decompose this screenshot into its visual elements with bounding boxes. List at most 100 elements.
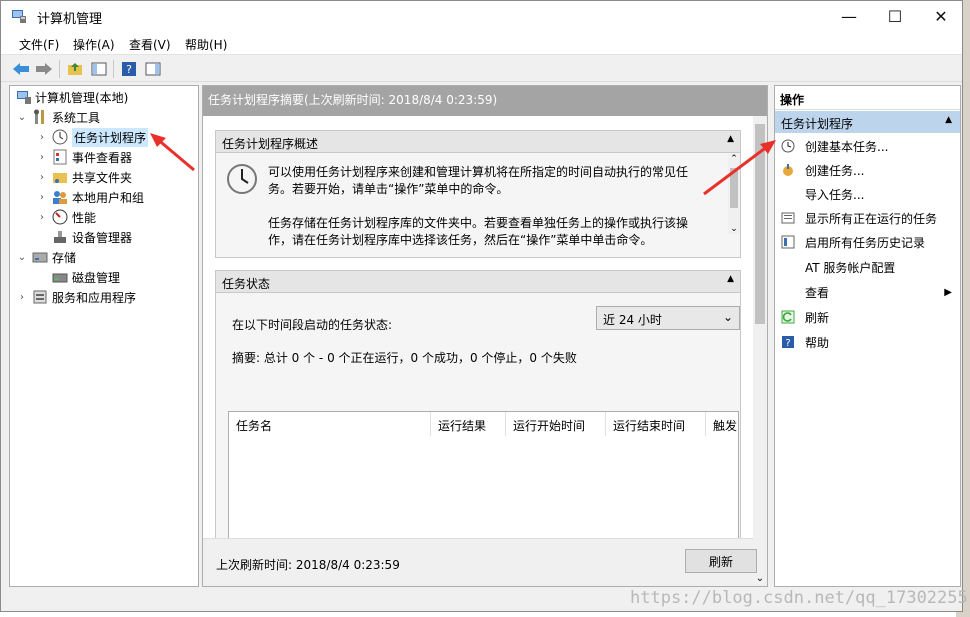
collapse-up-icon[interactable]: ▲ [727,134,734,144]
computer-management-window: 计算机管理 — ☐ ✕ 文件(F) 操作(A) 查看(V) 帮助(H) ? 计算… [0,0,963,612]
create-task-icon [783,164,793,176]
scroll-down-icon[interactable]: ⌄ [753,573,767,584]
task-status-header[interactable]: 任务状态 ▲ [216,271,740,293]
running-tasks-icon [781,212,795,224]
tree-item-shared-folders[interactable]: › 共享文件夹 [36,167,132,187]
show-hide-tree-button[interactable] [89,59,109,79]
back-arrow-icon [13,63,29,75]
tree-item-system-tools[interactable]: ⌄ 系统工具 [16,107,100,127]
action-help[interactable]: ? 帮助 [775,330,960,354]
up-level-button[interactable] [65,59,85,79]
close-icon: ✕ [934,6,948,26]
computer-management-icon [12,10,26,23]
period-value: 近 24 小时 [603,313,662,327]
back-button[interactable] [11,59,31,79]
action-at-service-account[interactable]: AT 服务帐户配置 [775,255,960,279]
storage-icon [32,252,48,263]
task-status-table: 任务名 运行结果 运行开始时间 运行结束时间 触发 [228,411,739,543]
chevron-right-icon[interactable]: › [36,212,48,223]
submenu-arrow-icon: ▶ [944,286,952,298]
action-view[interactable]: 查看 ▶ [775,280,960,304]
tree-item-storage[interactable]: ⌄ 存储 [16,247,76,267]
column-header-run-end[interactable]: 运行结束时间 [606,412,706,436]
chevron-right-icon[interactable]: › [16,292,28,303]
help-icon: ? [122,62,136,76]
folder-up-icon [68,63,82,75]
overview-header[interactable]: 任务计划程序概述 ▲ [216,131,740,153]
performance-icon [52,209,68,225]
actions-header: 操作 [775,86,960,110]
device-manager-icon [54,231,66,243]
help-button[interactable]: ? [119,59,139,79]
shared-folder-icon [53,173,67,183]
period-dropdown[interactable]: 近 24 小时 ⌄ [596,306,740,330]
column-header-trigger[interactable]: 触发 [706,412,738,436]
chevron-right-icon[interactable]: › [36,192,48,203]
watermark-text: https://blog.csdn.net/qq_17302255 [630,588,968,608]
action-show-running-tasks[interactable]: 显示所有正在运行的任务 [775,206,960,230]
show-action-pane-button[interactable] [143,59,163,79]
tree-item-disk-management[interactable]: 磁盘管理 [36,267,120,287]
menu-file[interactable]: 文件(F) [19,36,59,53]
action-enable-history[interactable]: 启用所有任务历史记录 [775,230,960,254]
chevron-down-icon[interactable]: ⌄ [16,252,28,263]
overview-text-2: 任务存储在任务计划程序库的文件夹中。若要查看单独任务上的操作或执行该操作，请在任… [268,216,689,247]
action-create-task[interactable]: 创建任务... [775,158,960,182]
close-button[interactable]: ✕ [918,1,964,31]
menu-help[interactable]: 帮助(H) [185,36,227,53]
chevron-down-icon: ⌄ [722,310,733,324]
scroll-down-icon[interactable]: ⌄ [728,224,740,234]
chevron-right-icon[interactable]: › [36,132,48,143]
overview-text-1: 可以使用任务计划程序来创建和管理计算机将在所指定的时间自动执行的常见任务。若要开… [268,165,689,196]
menu-bar: 文件(F) 操作(A) 查看(V) 帮助(H) [1,31,962,55]
actions-section-task-scheduler[interactable]: 任务计划程序 ▲ [775,111,960,133]
toolbar: ? [1,56,962,82]
action-import-task[interactable]: 导入任务... [775,182,960,206]
computer-management-icon [17,91,31,104]
chevron-right-icon[interactable]: › [36,172,48,183]
maximize-button[interactable]: ☐ [872,1,918,31]
action-refresh[interactable]: 刷新 [775,305,960,329]
maximize-icon: ☐ [887,6,903,26]
users-icon [53,191,67,204]
overview-scrollbar[interactable]: ⌃ ⌄ [728,154,740,234]
chevron-down-icon[interactable]: ⌄ [16,112,28,123]
menu-view[interactable]: 查看(V) [129,36,171,53]
column-header-run-result[interactable]: 运行结果 [431,412,506,436]
tree-item-services-apps[interactable]: › 服务和应用程序 [16,287,136,307]
section-title: 任务计划程序 [781,117,854,131]
forward-button[interactable] [34,59,54,79]
status-period-label: 在以下时间段启动的任务状态: [232,318,393,332]
section-title: 任务状态 [222,277,271,291]
tree-item-local-users[interactable]: › 本地用户和组 [36,187,144,207]
clock-icon [227,164,257,194]
pane-scrollbar[interactable]: ⌄ [753,116,767,586]
action-label: 创建任务... [805,163,865,178]
collapse-up-icon[interactable]: ▲ [727,274,734,284]
collapse-up-icon[interactable]: ▲ [945,115,952,125]
refresh-button[interactable]: 刷新 [685,549,757,573]
tree-label: 系统工具 [52,110,101,125]
minimize-button[interactable]: — [826,1,872,31]
tree-item-performance[interactable]: › 性能 [36,207,96,227]
clock-icon [52,129,68,145]
action-label: 启用所有任务历史记录 [805,235,926,250]
window-title: 计算机管理 [37,12,103,27]
system-tools-icon [34,109,44,124]
tree-item-event-viewer[interactable]: › 事件查看器 [36,147,132,167]
action-label: 创建基本任务... [805,139,889,154]
scroll-up-icon[interactable]: ⌃ [728,154,740,164]
column-header-task-name[interactable]: 任务名 [229,412,431,436]
chevron-right-icon[interactable]: › [36,152,48,163]
section-title: 任务计划程序概述 [222,137,319,151]
action-pane-icon [145,62,161,76]
tree-item-task-scheduler[interactable]: › 任务计划程序 [36,127,149,147]
task-scheduler-summary-pane: 任务计划程序摘要(上次刷新时间: 2018/8/4 0:23:59) 任务计划程… [202,85,768,587]
action-label: 刷新 [805,310,830,325]
action-create-basic-task[interactable]: 创建基本任务... [775,134,960,158]
tree-item-device-manager[interactable]: 设备管理器 [36,227,132,247]
column-header-run-start[interactable]: 运行开始时间 [506,412,606,436]
menu-action[interactable]: 操作(A) [73,36,115,53]
tree-root-computer-management[interactable]: 计算机管理(本地) [12,87,128,107]
action-label: AT 服务帐户配置 [805,260,896,275]
